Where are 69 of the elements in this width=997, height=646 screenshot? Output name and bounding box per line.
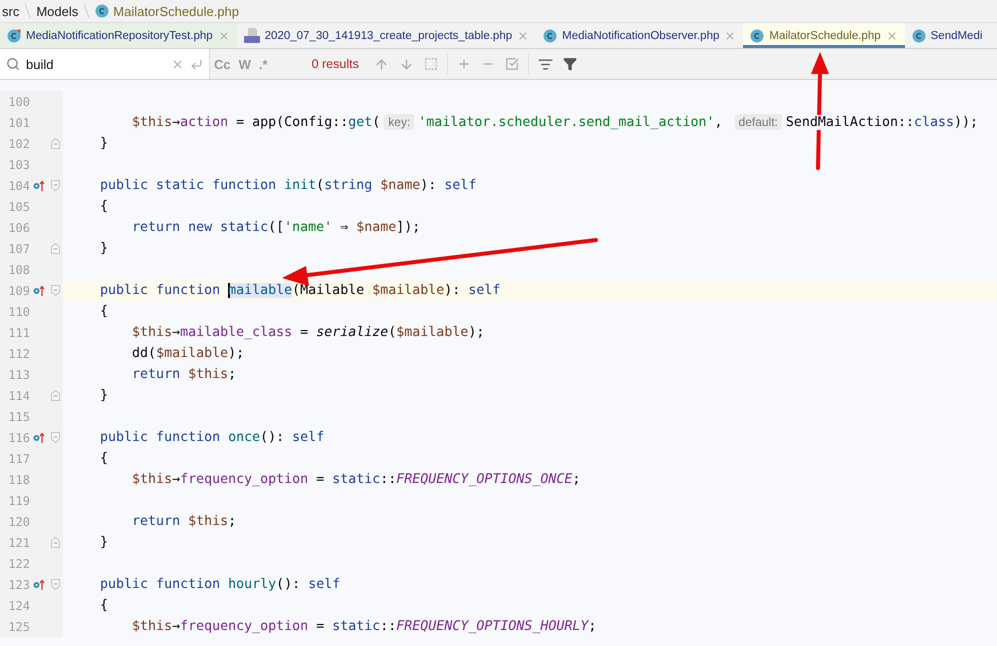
line-number: 102	[7, 136, 30, 150]
fold-icon[interactable]	[51, 243, 60, 254]
breadcrumb-item[interactable]: MailatorSchedule.php	[113, 4, 240, 18]
implements-method-icon[interactable]	[33, 180, 45, 192]
editor-tab[interactable]: MediaNotificationRepositoryTest.php	[0, 23, 237, 48]
fold-icon[interactable]	[51, 180, 60, 191]
line-number: 104	[7, 178, 30, 192]
line-number: 103	[7, 158, 30, 172]
line-number: 125	[7, 620, 30, 634]
clear-icon[interactable]	[171, 58, 184, 70]
search-result-count: 0 results	[312, 57, 359, 71]
editor-tab[interactable]: 2020_07_30_141913_create_projects_table.php	[236, 23, 536, 48]
implements-method-icon[interactable]	[33, 578, 45, 590]
search-input[interactable]: build	[26, 54, 165, 74]
class-icon	[95, 4, 110, 18]
fold-icon[interactable]	[51, 285, 60, 296]
fold-icon[interactable]	[51, 390, 60, 401]
line-number: 116	[7, 430, 30, 444]
add-occurrence-icon[interactable]	[456, 57, 471, 71]
newline-icon[interactable]	[190, 58, 203, 70]
line-number: 119	[7, 494, 30, 508]
line-number: 121	[7, 536, 30, 550]
line-number: 110	[7, 304, 30, 318]
search-field[interactable]: build	[0, 49, 210, 79]
line-number: 114	[7, 388, 30, 402]
implements-method-icon[interactable]	[33, 432, 45, 444]
class-icon	[912, 28, 926, 42]
select-all-icon[interactable]	[424, 57, 438, 71]
editor-tab[interactable]: SendMedi	[904, 23, 990, 48]
test-class-icon	[7, 28, 21, 42]
fold-icon[interactable]	[51, 138, 60, 149]
line-number: 115	[7, 410, 30, 424]
list-options-icon[interactable]	[538, 56, 553, 72]
line-number: 117	[7, 452, 30, 466]
line-number: 106	[7, 220, 30, 234]
line-number: 107	[7, 242, 30, 256]
breadcrumb-item[interactable]: src	[2, 4, 20, 18]
close-icon[interactable]	[886, 30, 898, 42]
search-icon[interactable]	[6, 57, 20, 71]
implements-method-icon[interactable]	[33, 284, 45, 296]
line-number: 100	[7, 94, 30, 108]
next-occurrence-icon[interactable]	[398, 56, 414, 72]
line-number: 112	[7, 346, 30, 360]
line-number: 113	[7, 368, 30, 382]
line-number: 111	[7, 326, 30, 340]
line-number: 120	[7, 514, 30, 528]
line-number: 122	[7, 556, 30, 570]
line-number: 108	[7, 262, 30, 276]
breadcrumb-item[interactable]: Models	[36, 4, 78, 18]
previous-occurrence-icon[interactable]	[374, 56, 389, 72]
fold-icon[interactable]	[51, 579, 60, 590]
class-icon	[543, 28, 558, 42]
editor-tab[interactable]: MailatorSchedule.php	[743, 23, 905, 48]
line-number: 118	[7, 472, 30, 486]
select-occurrences-icon[interactable]	[504, 57, 519, 71]
fold-icon[interactable]	[51, 432, 60, 443]
close-icon[interactable]	[218, 30, 230, 42]
line-number: 105	[7, 200, 30, 214]
php-file-icon	[244, 28, 260, 43]
fold-icon[interactable]	[51, 537, 60, 548]
line-number: 101	[7, 116, 30, 130]
close-icon[interactable]	[724, 30, 736, 42]
line-number: 109	[7, 284, 30, 298]
line-number: 123	[7, 578, 30, 592]
class-icon	[750, 28, 764, 42]
close-icon[interactable]	[517, 30, 530, 42]
editor-tab[interactable]: MediaNotificationObserver.php	[536, 23, 744, 48]
filter-icon[interactable]	[562, 57, 577, 71]
line-number: 124	[7, 598, 30, 612]
